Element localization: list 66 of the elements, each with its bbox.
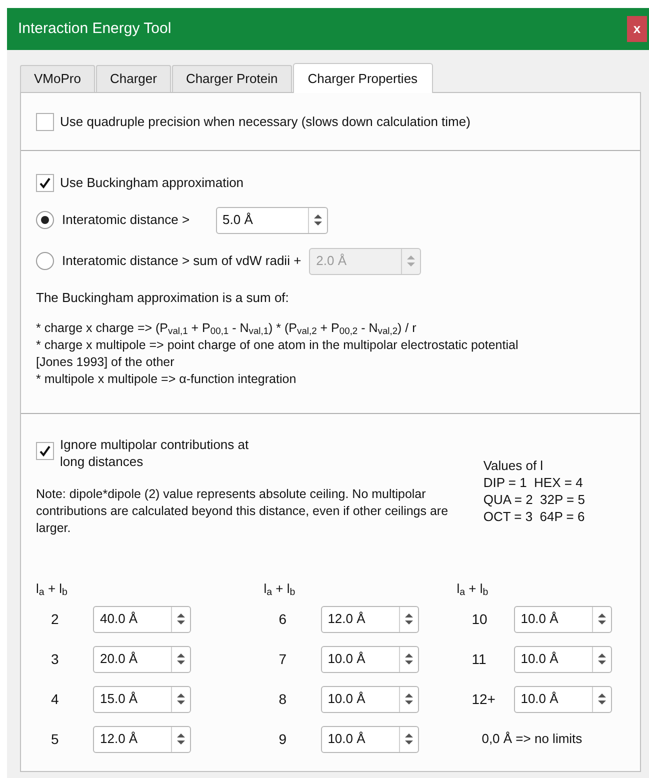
spin-box[interactable]: 5.0 Å <box>216 206 328 234</box>
checkbox[interactable] <box>36 442 54 460</box>
spin-arrows-icon <box>404 612 414 626</box>
spin-arrows-icon <box>312 213 323 227</box>
tab[interactable]: Charger <box>96 65 171 92</box>
values-line: QUA = 2 32P = 5 <box>483 491 585 508</box>
ceiling-label: 11 <box>470 650 488 668</box>
window-title: Interaction Energy Tool <box>18 18 172 39</box>
ceiling-label: 2 <box>50 610 60 628</box>
spin-box[interactable]: 10.0 Å <box>320 726 419 752</box>
spin-arrows-icon <box>176 732 186 746</box>
close-button[interactable]: x <box>627 16 647 42</box>
ceiling-label: 12+ <box>470 690 496 708</box>
values-line: DIP = 1 HEX = 4 <box>483 474 584 491</box>
spin-box[interactable]: 12.0 Å <box>93 726 191 752</box>
checkbox-label: Use quadruple precision when necessary (slows down calculation time) <box>60 112 470 131</box>
spin-arrows-icon <box>596 692 607 706</box>
no-limits-note: 0,0 Å => no limits <box>480 730 582 748</box>
spin-box[interactable]: 10.0 Å <box>514 646 612 672</box>
spin-box[interactable]: 10.0 Å <box>320 646 419 672</box>
spin-arrows-icon <box>596 652 607 666</box>
spin-box[interactable]: 15.0 Å <box>93 686 191 712</box>
values-line: OCT = 3 64P = 6 <box>483 508 585 525</box>
radio-button[interactable] <box>36 211 54 229</box>
spin-box[interactable]: 10.0 Å <box>514 606 612 632</box>
checkbox[interactable] <box>36 174 54 192</box>
column-header: l$_{a}$ + l$_{b}$ <box>264 580 296 599</box>
spin-arrows-icon <box>176 612 186 626</box>
spin-arrows-icon <box>176 652 186 666</box>
checkbox-label: Ignore multipolar contributions at long distances <box>60 436 250 470</box>
radio-label: Interatomic distance > <box>62 211 190 230</box>
spin-box[interactable]: 12.0 Å <box>320 606 419 632</box>
ceiling-label: 4 <box>50 690 60 708</box>
description-line: * charge x multipole => point charge of one atom in the multipolar electrostatic potential [Jones 1993] of the other <box>36 337 520 371</box>
spin-arrows-icon <box>404 692 414 706</box>
checkmark-icon <box>39 445 51 457</box>
tab[interactable]: Charger Properties <box>292 63 433 93</box>
spin-arrows-icon <box>176 692 186 706</box>
spin-box[interactable]: 40.0 Å <box>93 606 191 632</box>
ceiling-label: 6 <box>278 610 288 628</box>
spin-box[interactable]: 10.0 Å <box>320 686 419 712</box>
description-line: * charge x charge => (P$_{val,1}$ + P$_{00,1}$ - N$_{val,1}$) * (P$_{val,2}$ + P$_{00,2}$ - N$_{val,2}$) / r <box>36 320 418 337</box>
ceiling-label: 10 <box>470 610 488 628</box>
tab[interactable]: Charger Protein <box>172 65 292 92</box>
ceiling-label: 3 <box>50 650 60 668</box>
spin-arrows-icon <box>404 652 414 666</box>
ceiling-label: 9 <box>278 730 288 748</box>
values-title: Values of l <box>483 457 544 474</box>
spin-box[interactable]: 20.0 Å <box>93 646 191 672</box>
note-text: Note: dipole*dipole (2) value represents absolute ceiling. No multipolar contributions are calculated beyond this distance, even if other ceilings are larger. <box>36 486 450 537</box>
ceiling-label: 7 <box>278 650 288 668</box>
column-header: l$_{a}$ + l$_{b}$ <box>456 580 490 599</box>
spin-arrows-icon <box>404 732 414 746</box>
radio-label: Interatomic distance > sum of vdW radii + <box>62 252 302 270</box>
checkbox[interactable] <box>36 112 54 130</box>
description-line: * multipole x multipole => α-function integration <box>36 371 298 388</box>
checkmark-icon <box>39 176 51 189</box>
ceiling-label: 5 <box>50 730 60 748</box>
spin-arrows-icon <box>596 612 607 626</box>
checkbox-label: Use Buckingham approximation <box>60 174 244 192</box>
tab[interactable]: VMoPro <box>20 65 95 92</box>
ceiling-label: 8 <box>278 690 288 708</box>
spin-arrows-icon <box>406 254 416 268</box>
column-header: l$_{a}$ + l$_{b}$ <box>36 580 68 599</box>
spin-box[interactable]: 10.0 Å <box>514 686 612 712</box>
description-intro: The Buckingham approximation is a sum of: <box>36 288 290 307</box>
